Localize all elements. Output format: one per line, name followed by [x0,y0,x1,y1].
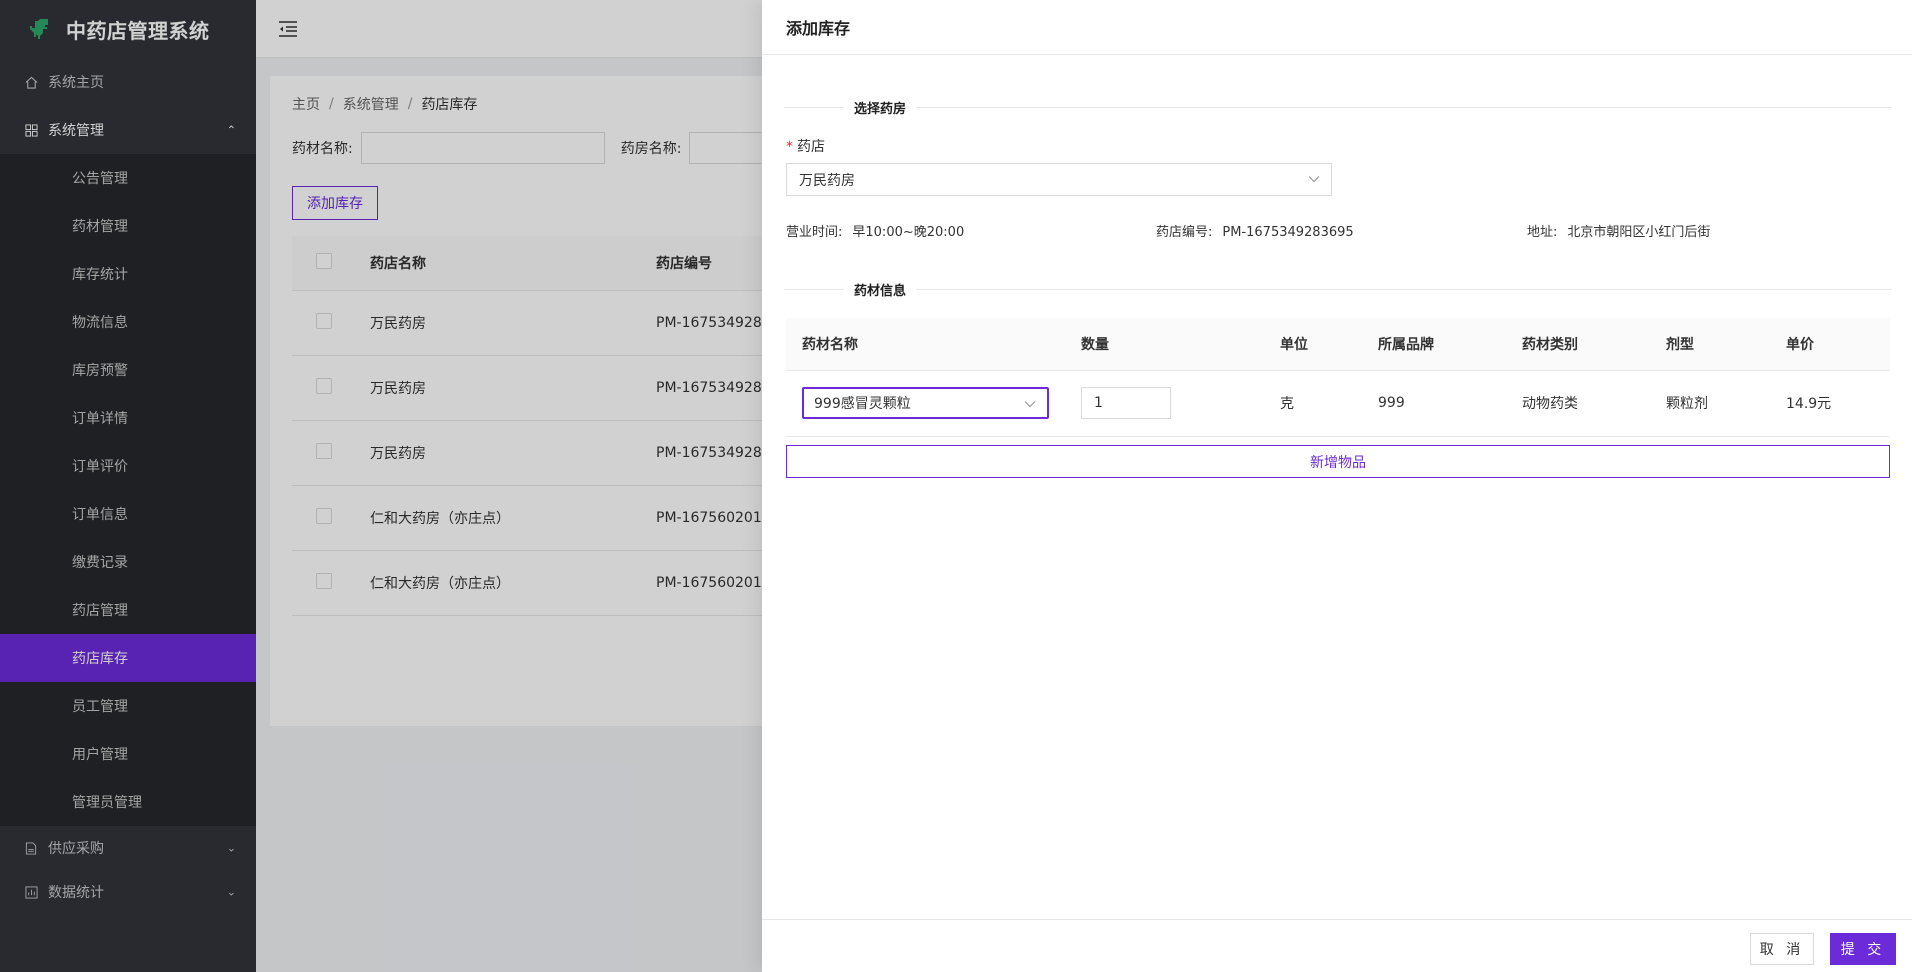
column-header: 单位 [1264,318,1362,371]
section-title: 选择药房 [854,101,907,117]
submit-button[interactable]: 提 交 [1830,933,1896,965]
pharmacy-code: 药店编号: PM-1675349283695 [1156,221,1354,240]
unit-price-cell: 14.9元 [1770,370,1890,437]
pharmacy-address: 地址: 北京市朝阳区小红门后街 [1527,221,1710,240]
pharmacy-field-label: * 药店 [786,136,825,156]
add-stock-drawer: 添加库存 选择药房 * 药店 万民药房 营业时间: 早10:00~晚20:00 药店… [762,0,1912,972]
business-hours-key: 营业时间: [786,225,843,240]
quantity-value: 1 [1094,395,1103,411]
business-hours: 营业时间: 早10:00~晚20:00 [786,221,964,240]
add-item-button[interactable]: 新增物品 [786,445,1890,478]
medicine-select[interactable]: 999感冒灵颗粒 [802,387,1049,419]
unit-cell: 克 [1264,370,1362,437]
pharmacy-code-value: PM-1675349283695 [1222,225,1354,240]
medicine-select-value: 999感冒灵颗粒 [814,396,911,412]
column-header: 单价 [1770,318,1890,371]
pharmacy-select[interactable]: 万民药房 [786,163,1332,196]
table-row: 999感冒灵颗粒 1 克 999 动物药类 颗粒剂 14.9元 [786,370,1890,437]
section-divider-pharmacy: 选择药房 [784,97,1892,117]
drawer-footer: 取 消 提 交 [762,919,1912,972]
column-header: 数量 [1065,318,1264,371]
pharmacy-code-key: 药店编号: [1156,225,1213,240]
section-title: 药材信息 [854,283,907,299]
quantity-input[interactable]: 1 [1081,387,1171,419]
chevron-down-icon [1308,176,1320,183]
pharmacy-address-value: 北京市朝阳区小红门后街 [1567,225,1711,240]
dosage-form-cell: 颗粒剂 [1650,370,1770,437]
column-header: 所属品牌 [1362,318,1506,371]
cancel-button[interactable]: 取 消 [1750,933,1814,965]
pharmacy-field-label-text: 药店 [797,139,825,155]
brand-cell: 999 [1362,370,1506,437]
column-header: 药材名称 [786,318,1065,371]
pharmacy-address-key: 地址: [1527,225,1558,240]
goods-table: 药材名称 数量 单位 所属品牌 药材类别 剂型 单价 999感冒灵颗粒 1 克 … [786,318,1890,437]
required-mark: * [786,139,793,155]
section-divider-medicine: 药材信息 [784,279,1892,299]
chevron-down-icon [1024,401,1036,408]
pharmacy-select-value: 万民药房 [799,172,855,189]
category-cell: 动物药类 [1506,370,1650,437]
drawer-title: 添加库存 [762,0,1912,55]
business-hours-value: 早10:00~晚20:00 [852,225,965,240]
column-header: 剂型 [1650,318,1770,371]
column-header: 药材类别 [1506,318,1650,371]
